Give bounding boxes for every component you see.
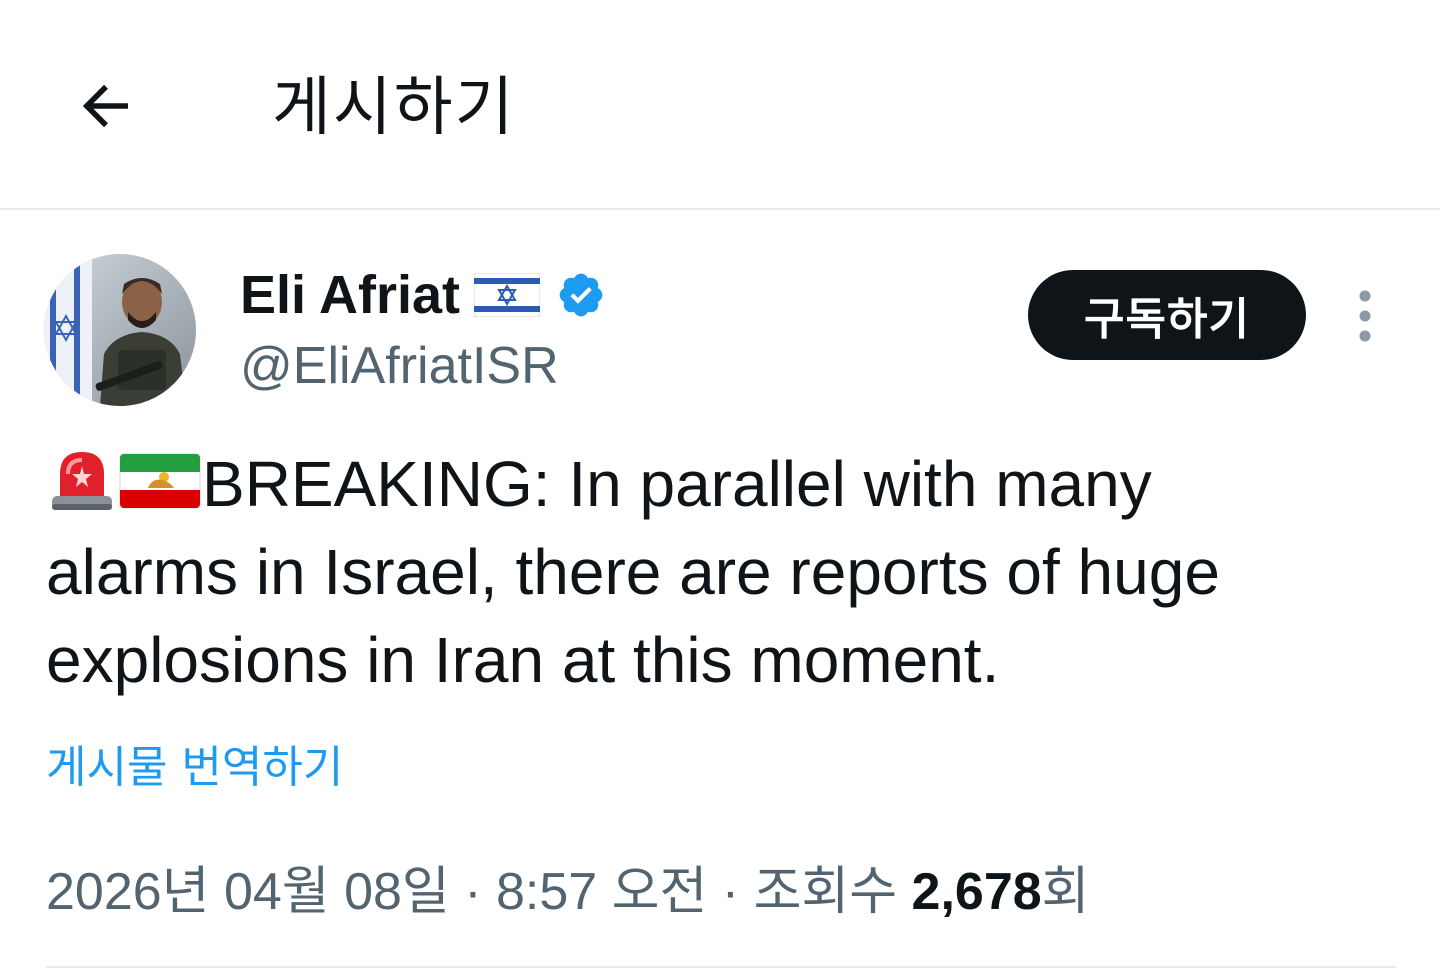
divider [46, 966, 1396, 968]
post-date[interactable]: 2026년 04월 08일 [46, 863, 450, 921]
verified-badge-icon [559, 273, 603, 317]
subscribe-button[interactable]: 구독하기 [1028, 270, 1306, 360]
author-name-row: Eli Afriat [240, 262, 606, 328]
translate-post-link[interactable]: 게시물 번역하기 [46, 740, 343, 796]
views-suffix: 회 [1041, 863, 1090, 921]
views-label: 조회수 [753, 863, 912, 921]
meta-separator: · [449, 863, 496, 921]
avatar-photo [44, 254, 196, 406]
tweet-line-3: explosions in Iran at this moment. [46, 624, 1000, 696]
back-button[interactable] [72, 72, 140, 140]
author-handle[interactable]: @EliAfriatISR [240, 336, 559, 396]
arrow-left-icon [82, 84, 128, 128]
avatar[interactable] [44, 254, 196, 406]
israel-flag-icon [474, 273, 541, 317]
post-time[interactable]: 8:57 오전 [496, 863, 707, 921]
iran-lion-sun-flag-icon [119, 453, 201, 509]
tweet-line-1: BREAKING: In parallel with many [202, 448, 1152, 520]
tweet-line-2: alarms in Israel, there are reports of h… [46, 536, 1220, 608]
top-header: 게시하기 [0, 0, 1440, 210]
page-title: 게시하기 [272, 71, 516, 145]
tweet-text: BREAKING: In parallel with many alarms i… [46, 440, 1406, 704]
more-vertical-icon [1359, 290, 1371, 342]
meta-separator: · [707, 863, 754, 921]
police-light-icon [52, 452, 112, 510]
tweet-meta: 2026년 04월 08일 · 8:57 오전 · 조회수 2,678회 [46, 860, 1090, 924]
views-count: 2,678 [911, 863, 1042, 921]
more-options-button[interactable] [1340, 286, 1390, 346]
author-name[interactable]: Eli Afriat [240, 262, 460, 328]
